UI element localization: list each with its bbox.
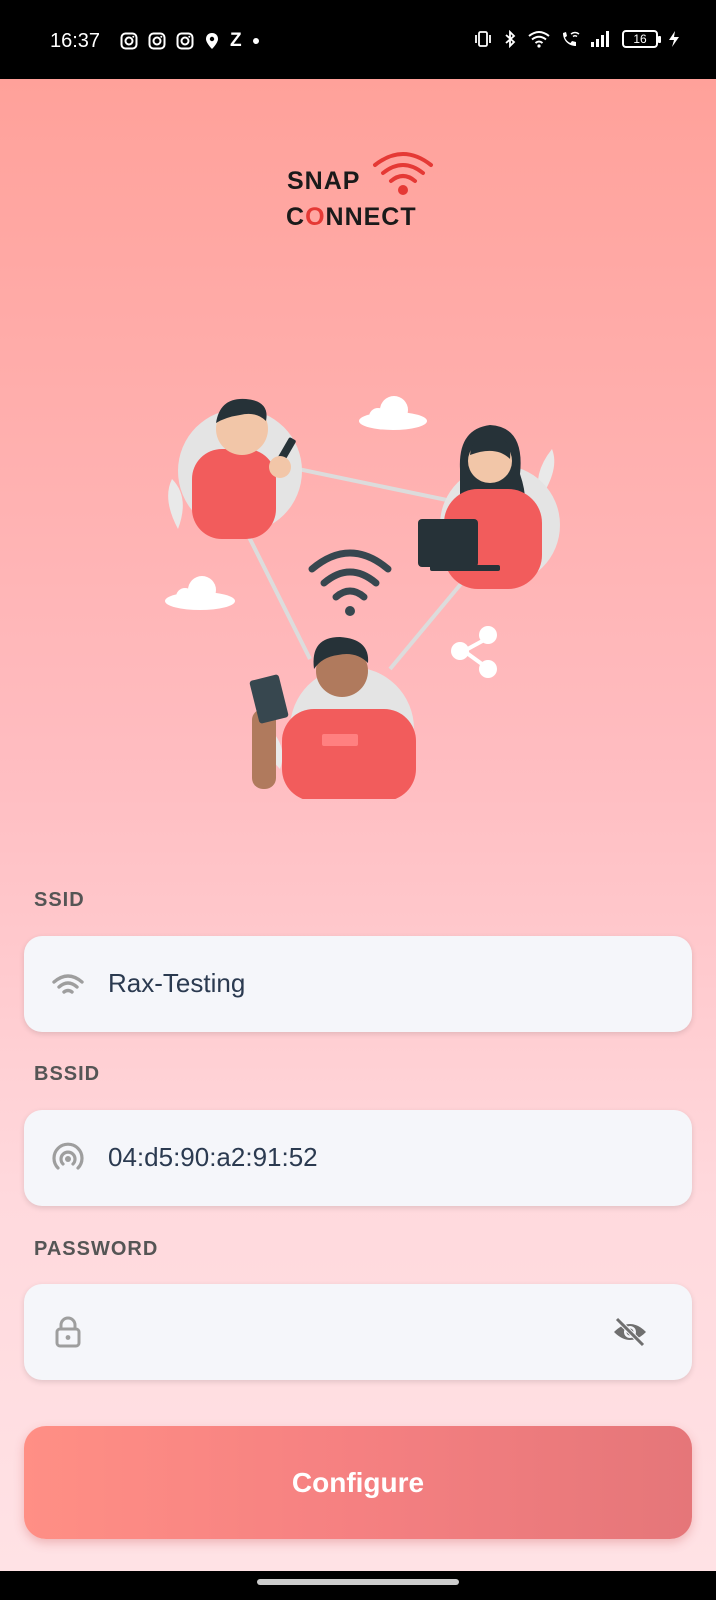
- logo-wifi-icon: [373, 152, 433, 195]
- ssid-label: SSID: [34, 889, 85, 911]
- lock-icon: [55, 1316, 81, 1348]
- app-screen: SNAP CONNECT SSID Rax-Testing BSSID 04:d…: [0, 79, 716, 1571]
- system-icons: 16: [474, 30, 680, 48]
- bluetooth-icon: [505, 30, 516, 48]
- bssid-value: 04:d5:90:a2:91:52: [108, 1142, 318, 1172]
- z-app-icon: Z: [230, 30, 242, 51]
- bssid-label: BSSID: [34, 1063, 101, 1085]
- logo-text-nnect: NNECT: [325, 203, 417, 231]
- ssid-value: Rax-Testing: [108, 968, 246, 998]
- share-icon: [451, 626, 497, 678]
- ssid-field[interactable]: Rax-Testing: [24, 936, 692, 1032]
- wifi-call-icon: [563, 31, 580, 46]
- logo-text-connect: CONNECT: [286, 203, 417, 232]
- network-people-illustration: [165, 396, 560, 799]
- wifi-signal-icon: [308, 549, 392, 616]
- logo-text-snap: SNAP: [287, 167, 361, 195]
- status-bar: 16:37 Z 16: [0, 0, 716, 79]
- password-label: PASSWORD: [34, 1238, 159, 1260]
- location-pin-icon: [206, 33, 218, 49]
- broadcast-icon: [52, 1142, 84, 1170]
- configure-button[interactable]: Configure: [24, 1426, 692, 1539]
- cloud-icon: [359, 396, 427, 430]
- instagram-icon: [176, 32, 194, 50]
- status-time: 16:37: [50, 30, 101, 52]
- logo-text-c: C: [286, 203, 306, 231]
- instagram-icon: [120, 32, 138, 50]
- battery-icon: 16: [622, 30, 661, 48]
- logo-text-o-red: O: [305, 203, 326, 231]
- password-field[interactable]: [24, 1284, 692, 1380]
- charging-icon: [669, 31, 679, 47]
- dot-icon: [252, 38, 259, 44]
- bssid-field[interactable]: 04:d5:90:a2:91:52: [24, 1110, 692, 1206]
- instagram-icon: [148, 32, 166, 50]
- navigation-bar: [0, 1571, 716, 1600]
- home-gesture-handle[interactable]: [257, 1579, 459, 1585]
- notification-icons: Z: [120, 30, 260, 52]
- wifi-icon: [52, 974, 84, 994]
- signal-icon: [591, 31, 609, 47]
- cloud-icon: [165, 576, 235, 610]
- eye-off-icon[interactable]: [612, 1316, 648, 1348]
- vibrate-icon: [475, 31, 491, 47]
- wifi-icon: [528, 31, 550, 48]
